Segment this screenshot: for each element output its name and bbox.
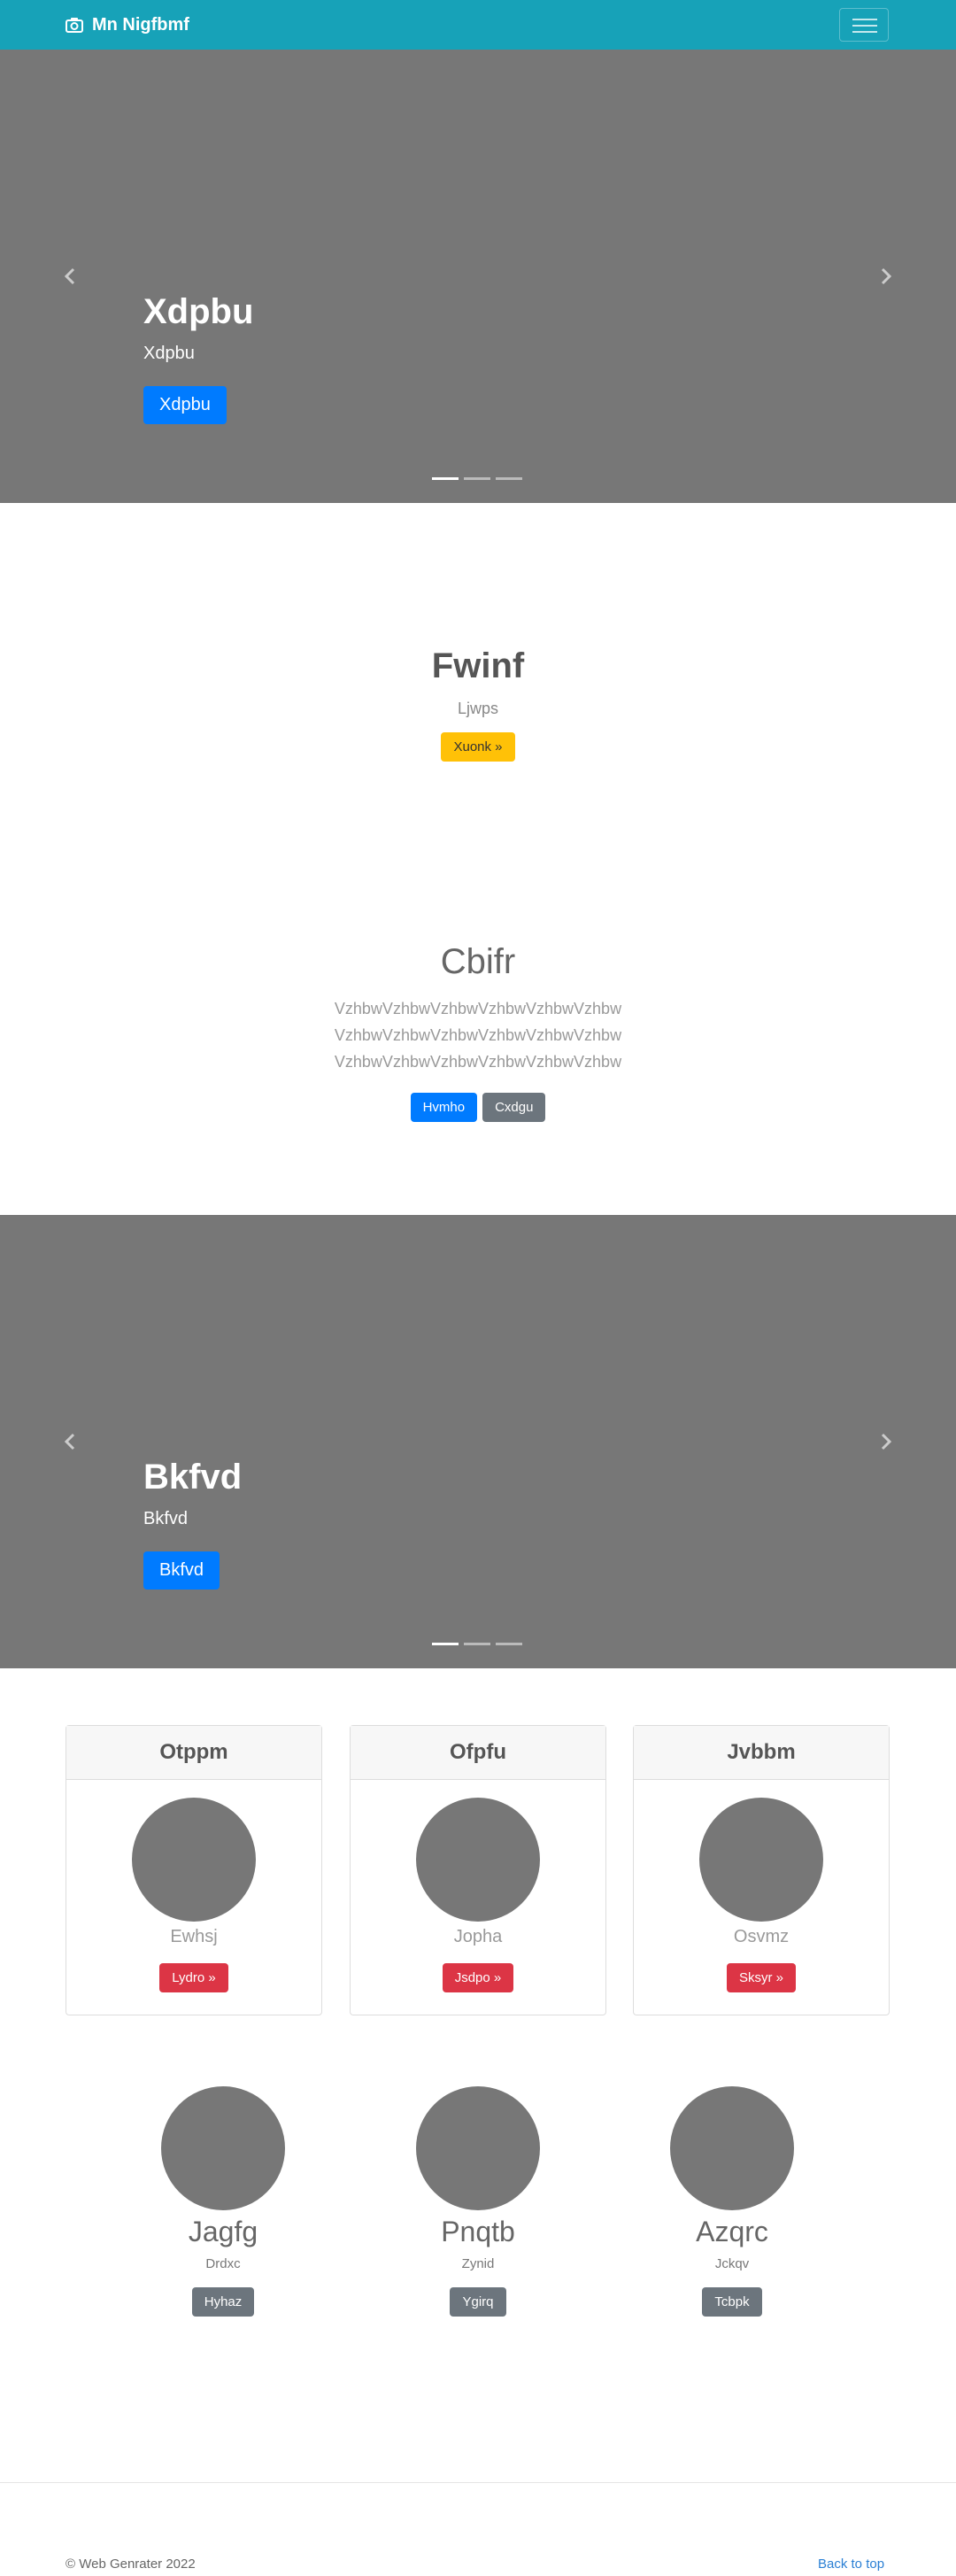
- person-name: Azqrc: [696, 2216, 768, 2247]
- profile-card: Jvbbm Osvmz Sksyr »: [633, 1725, 890, 2015]
- carousel-button[interactable]: Xdpbu: [143, 386, 227, 424]
- person-button[interactable]: Hyhaz: [191, 2287, 255, 2317]
- intro-secondary-button[interactable]: Cxdgu: [482, 1093, 546, 1122]
- card-button[interactable]: Jsdpo »: [442, 1963, 514, 1992]
- back-to-top-link[interactable]: Back to top: [818, 2557, 884, 2572]
- person-item: Azqrc Jckqv Tcbpk: [626, 2086, 838, 2317]
- intro-title: Cbifr: [440, 942, 516, 981]
- card-header: Ofpfu: [351, 1726, 605, 1780]
- card-button[interactable]: Sksyr »: [726, 1963, 796, 1992]
- person-item: Pnqtb Zynid Ygirq: [372, 2086, 584, 2317]
- card-header: Jvbbm: [634, 1726, 889, 1780]
- carousel-indicator[interactable]: [432, 477, 459, 480]
- feature-section: Fwinf Ljwps Xuonk »: [0, 645, 956, 762]
- footer-copyright: © Web Genrater 2022: [66, 2557, 196, 2572]
- camera-icon: [66, 18, 83, 33]
- avatar: [699, 1798, 823, 1922]
- brand-label: Mn Nigfbmf: [92, 14, 189, 35]
- carousel-caption: Xdpbu Xdpbu Xdpbu: [143, 290, 253, 424]
- card-button[interactable]: Lydro »: [159, 1963, 228, 1992]
- person-button[interactable]: Tcbpk: [702, 2287, 762, 2317]
- chevron-right-icon[interactable]: [876, 267, 894, 285]
- person-subtitle: Jckqv: [714, 2256, 750, 2271]
- intro-primary-button[interactable]: Hvmho: [410, 1093, 478, 1122]
- avatar: [670, 2086, 794, 2210]
- carousel-title: Bkfvd: [143, 1458, 243, 1497]
- hero-carousel: Xdpbu Xdpbu Xdpbu: [0, 50, 956, 503]
- person-name: Pnqtb: [441, 2216, 515, 2247]
- person-item: Jagfg Drdxc Hyhaz: [117, 2086, 329, 2317]
- chevron-left-icon[interactable]: [62, 267, 80, 285]
- card-name: Ewhsj: [170, 1927, 218, 1946]
- carousel-indicators: [432, 477, 522, 480]
- carousel-button[interactable]: Bkfvd: [143, 1551, 220, 1590]
- hamburger-icon: [852, 19, 877, 20]
- intro-section: Cbifr VzhbwVzhbwVzhbwVzhbwVzhbwVzhbw Vzh…: [0, 940, 956, 1122]
- carousel-indicator[interactable]: [464, 477, 490, 480]
- avatar: [416, 2086, 540, 2210]
- carousel-caption: Bkfvd Bkfvd Bkfvd: [143, 1456, 242, 1590]
- carousel-indicators: [432, 1643, 522, 1645]
- navbar-brand[interactable]: Mn Nigfbmf: [66, 12, 189, 37]
- person-subtitle: Zynid: [461, 2256, 495, 2271]
- section-button[interactable]: Xuonk »: [441, 732, 515, 762]
- profile-card: Otppm Ewhsj Lydro »: [66, 1725, 322, 2015]
- person-name: Jagfg: [188, 2216, 258, 2247]
- card-header: Otppm: [66, 1726, 321, 1780]
- carousel-text: Xdpbu: [143, 344, 195, 363]
- avatar: [132, 1798, 256, 1922]
- avatar: [161, 2086, 285, 2210]
- intro-text: VzhbwVzhbwVzhbwVzhbwVzhbwVzhbw VzhbwVzhb…: [334, 1000, 622, 1071]
- card-name: Jopha: [453, 1927, 503, 1946]
- person-button[interactable]: Ygirq: [450, 2287, 506, 2317]
- carousel-title: Xdpbu: [143, 292, 254, 331]
- navbar-toggler-button[interactable]: [839, 8, 889, 42]
- chevron-left-icon[interactable]: [62, 1433, 80, 1450]
- person-subtitle: Drdxc: [205, 2256, 241, 2271]
- carousel-indicator[interactable]: [496, 477, 522, 480]
- second-carousel: Bkfvd Bkfvd Bkfvd: [0, 1215, 956, 1668]
- card-name: Osvmz: [733, 1927, 790, 1946]
- carousel-indicator[interactable]: [464, 1643, 490, 1645]
- footer-divider: [0, 2482, 956, 2483]
- chevron-right-icon[interactable]: [876, 1433, 894, 1450]
- carousel-indicator[interactable]: [432, 1643, 459, 1645]
- navbar: Mn Nigfbmf: [0, 0, 956, 50]
- carousel-text: Bkfvd: [143, 1509, 189, 1528]
- avatar: [416, 1798, 540, 1922]
- section-title: Fwinf: [431, 646, 525, 685]
- carousel-indicator[interactable]: [496, 1643, 522, 1645]
- profile-card: Ofpfu Jopha Jsdpo »: [350, 1725, 606, 2015]
- section-subtitle: Ljwps: [457, 700, 499, 717]
